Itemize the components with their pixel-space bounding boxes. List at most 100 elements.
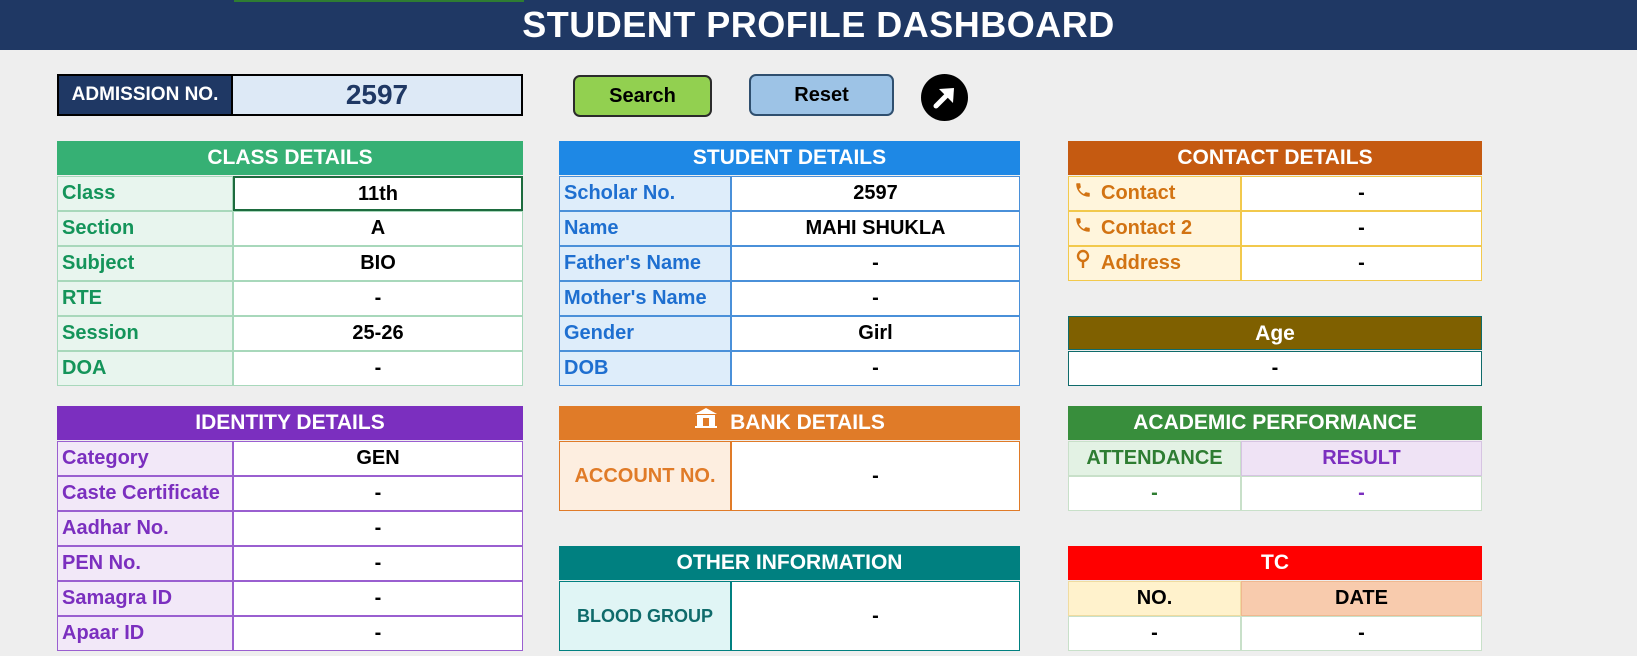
contact-details-panel: CONTACT DETAILS Contact - Contact 2 - Ad…	[1068, 141, 1482, 281]
mothers-name-row: Mother's Name -	[559, 281, 1020, 316]
bank-details-panel: BANK DETAILS ACCOUNT NO. -	[559, 406, 1020, 511]
class-row: Class 11th	[57, 176, 523, 211]
class-value-cell[interactable]: 11th	[233, 176, 523, 211]
contact-2-value-cell[interactable]: -	[1241, 211, 1482, 246]
age-header: Age	[1068, 316, 1482, 350]
gender-value-cell[interactable]: Girl	[731, 316, 1020, 351]
rte-row: RTE -	[57, 281, 523, 316]
name-value-cell[interactable]: MAHI SHUKLA	[731, 211, 1020, 246]
academic-performance-panel: ACADEMIC PERFORMANCE ATTENDANCE RESULT -…	[1068, 406, 1482, 511]
bank-details-header: BANK DETAILS	[559, 406, 1020, 440]
apaar-id-value-cell[interactable]: -	[233, 616, 523, 651]
attendance-label: ATTENDANCE	[1068, 441, 1241, 476]
category-row: Category GEN	[57, 441, 523, 476]
tc-header: TC	[1068, 546, 1482, 580]
dob-row: DOB -	[559, 351, 1020, 386]
phone-icon	[1073, 212, 1093, 245]
samagra-id-label: Samagra ID	[57, 581, 233, 616]
gender-row: Gender Girl	[559, 316, 1020, 351]
subject-value-cell[interactable]: BIO	[233, 246, 523, 281]
tc-panel: TC NO. DATE - -	[1068, 546, 1482, 651]
student-details-header: STUDENT DETAILS	[559, 141, 1020, 175]
blood-group-value-cell[interactable]: -	[731, 581, 1020, 651]
bank-details-title: BANK DETAILS	[730, 411, 885, 434]
aadhar-no-label: Aadhar No.	[57, 511, 233, 546]
aadhar-no-value-cell[interactable]: -	[233, 511, 523, 546]
scholar-no-row: Scholar No. 2597	[559, 176, 1020, 211]
subject-row: Subject BIO	[57, 246, 523, 281]
pen-no-label: PEN No.	[57, 546, 233, 581]
location-pin-icon	[1073, 247, 1093, 280]
name-row: Name MAHI SHUKLA	[559, 211, 1020, 246]
fathers-name-row: Father's Name -	[559, 246, 1020, 281]
arrow-up-right-icon	[933, 88, 954, 109]
other-information-header: OTHER INFORMATION	[559, 546, 1020, 580]
tc-no-label: NO.	[1068, 581, 1241, 616]
mothers-name-value-cell[interactable]: -	[731, 281, 1020, 316]
identity-details-panel: IDENTITY DETAILS Category GEN Caste Cert…	[57, 406, 523, 651]
mothers-name-label: Mother's Name	[559, 281, 731, 316]
caste-certificate-label: Caste Certificate	[57, 476, 233, 511]
pen-no-row: PEN No. -	[57, 546, 523, 581]
blood-group-label: BLOOD GROUP	[559, 581, 731, 651]
category-label: Category	[57, 441, 233, 476]
class-details-header: CLASS DETAILS	[57, 141, 523, 175]
admission-number-input[interactable]: 2597	[233, 74, 523, 116]
address-label: Address	[1101, 252, 1182, 274]
page-title: STUDENT PROFILE DASHBOARD	[522, 4, 1115, 45]
bank-icon	[694, 406, 718, 440]
dashboard-title-bar: STUDENT PROFILE DASHBOARD	[0, 0, 1637, 50]
account-no-value-cell[interactable]: -	[731, 441, 1020, 511]
doa-label: DOA	[57, 351, 233, 386]
dob-value-cell[interactable]: -	[731, 351, 1020, 386]
contact-2-label: Contact 2	[1101, 217, 1193, 239]
phone-icon	[1073, 177, 1093, 210]
rte-value-cell[interactable]: -	[233, 281, 523, 316]
age-panel: Age -	[1068, 316, 1482, 386]
address-value-cell[interactable]: -	[1241, 246, 1482, 281]
caste-certificate-value-cell[interactable]: -	[233, 476, 523, 511]
scholar-no-label: Scholar No.	[559, 176, 731, 211]
category-value-cell[interactable]: GEN	[233, 441, 523, 476]
caste-certificate-row: Caste Certificate -	[57, 476, 523, 511]
contact-value-cell[interactable]: -	[1241, 176, 1482, 211]
section-row: Section A	[57, 211, 523, 246]
section-label: Section	[57, 211, 233, 246]
contact-details-header: CONTACT DETAILS	[1068, 141, 1482, 175]
academic-performance-header: ACADEMIC PERFORMANCE	[1068, 406, 1482, 440]
contact-row: Contact -	[1068, 176, 1482, 211]
go-button[interactable]	[921, 74, 968, 121]
pen-no-value-cell[interactable]: -	[233, 546, 523, 581]
student-details-panel: STUDENT DETAILS Scholar No. 2597 Name MA…	[559, 141, 1020, 386]
result-value-cell[interactable]: -	[1241, 476, 1482, 511]
tc-date-value-cell[interactable]: -	[1241, 616, 1482, 651]
doa-value-cell[interactable]: -	[233, 351, 523, 386]
session-value-cell[interactable]: 25-26	[233, 316, 523, 351]
name-label: Name	[559, 211, 731, 246]
contact-label: Contact	[1101, 182, 1176, 204]
address-label-cell: Address	[1068, 246, 1241, 281]
reset-button[interactable]: Reset	[749, 74, 894, 116]
session-row: Session 25-26	[57, 316, 523, 351]
doa-row: DOA -	[57, 351, 523, 386]
samagra-id-value-cell[interactable]: -	[233, 581, 523, 616]
search-button[interactable]: Search	[573, 75, 712, 117]
tc-no-value-cell[interactable]: -	[1068, 616, 1241, 651]
age-value-cell[interactable]: -	[1068, 351, 1482, 386]
identity-details-header: IDENTITY DETAILS	[57, 406, 523, 440]
scholar-no-value-cell[interactable]: 2597	[731, 176, 1020, 211]
fathers-name-label: Father's Name	[559, 246, 731, 281]
subject-label: Subject	[57, 246, 233, 281]
class-details-panel: CLASS DETAILS Class 11th Section A Subje…	[57, 141, 523, 386]
gender-label: Gender	[559, 316, 731, 351]
apaar-id-label: Apaar ID	[57, 616, 233, 651]
title-accent-line	[234, 0, 524, 2]
attendance-value-cell[interactable]: -	[1068, 476, 1241, 511]
fathers-name-value-cell[interactable]: -	[731, 246, 1020, 281]
dob-label: DOB	[559, 351, 731, 386]
contact-2-row: Contact 2 -	[1068, 211, 1482, 246]
account-no-label: ACCOUNT NO.	[559, 441, 731, 511]
admission-label: ADMISSION NO.	[57, 74, 233, 116]
section-value-cell[interactable]: A	[233, 211, 523, 246]
contact-label-cell: Contact	[1068, 176, 1241, 211]
